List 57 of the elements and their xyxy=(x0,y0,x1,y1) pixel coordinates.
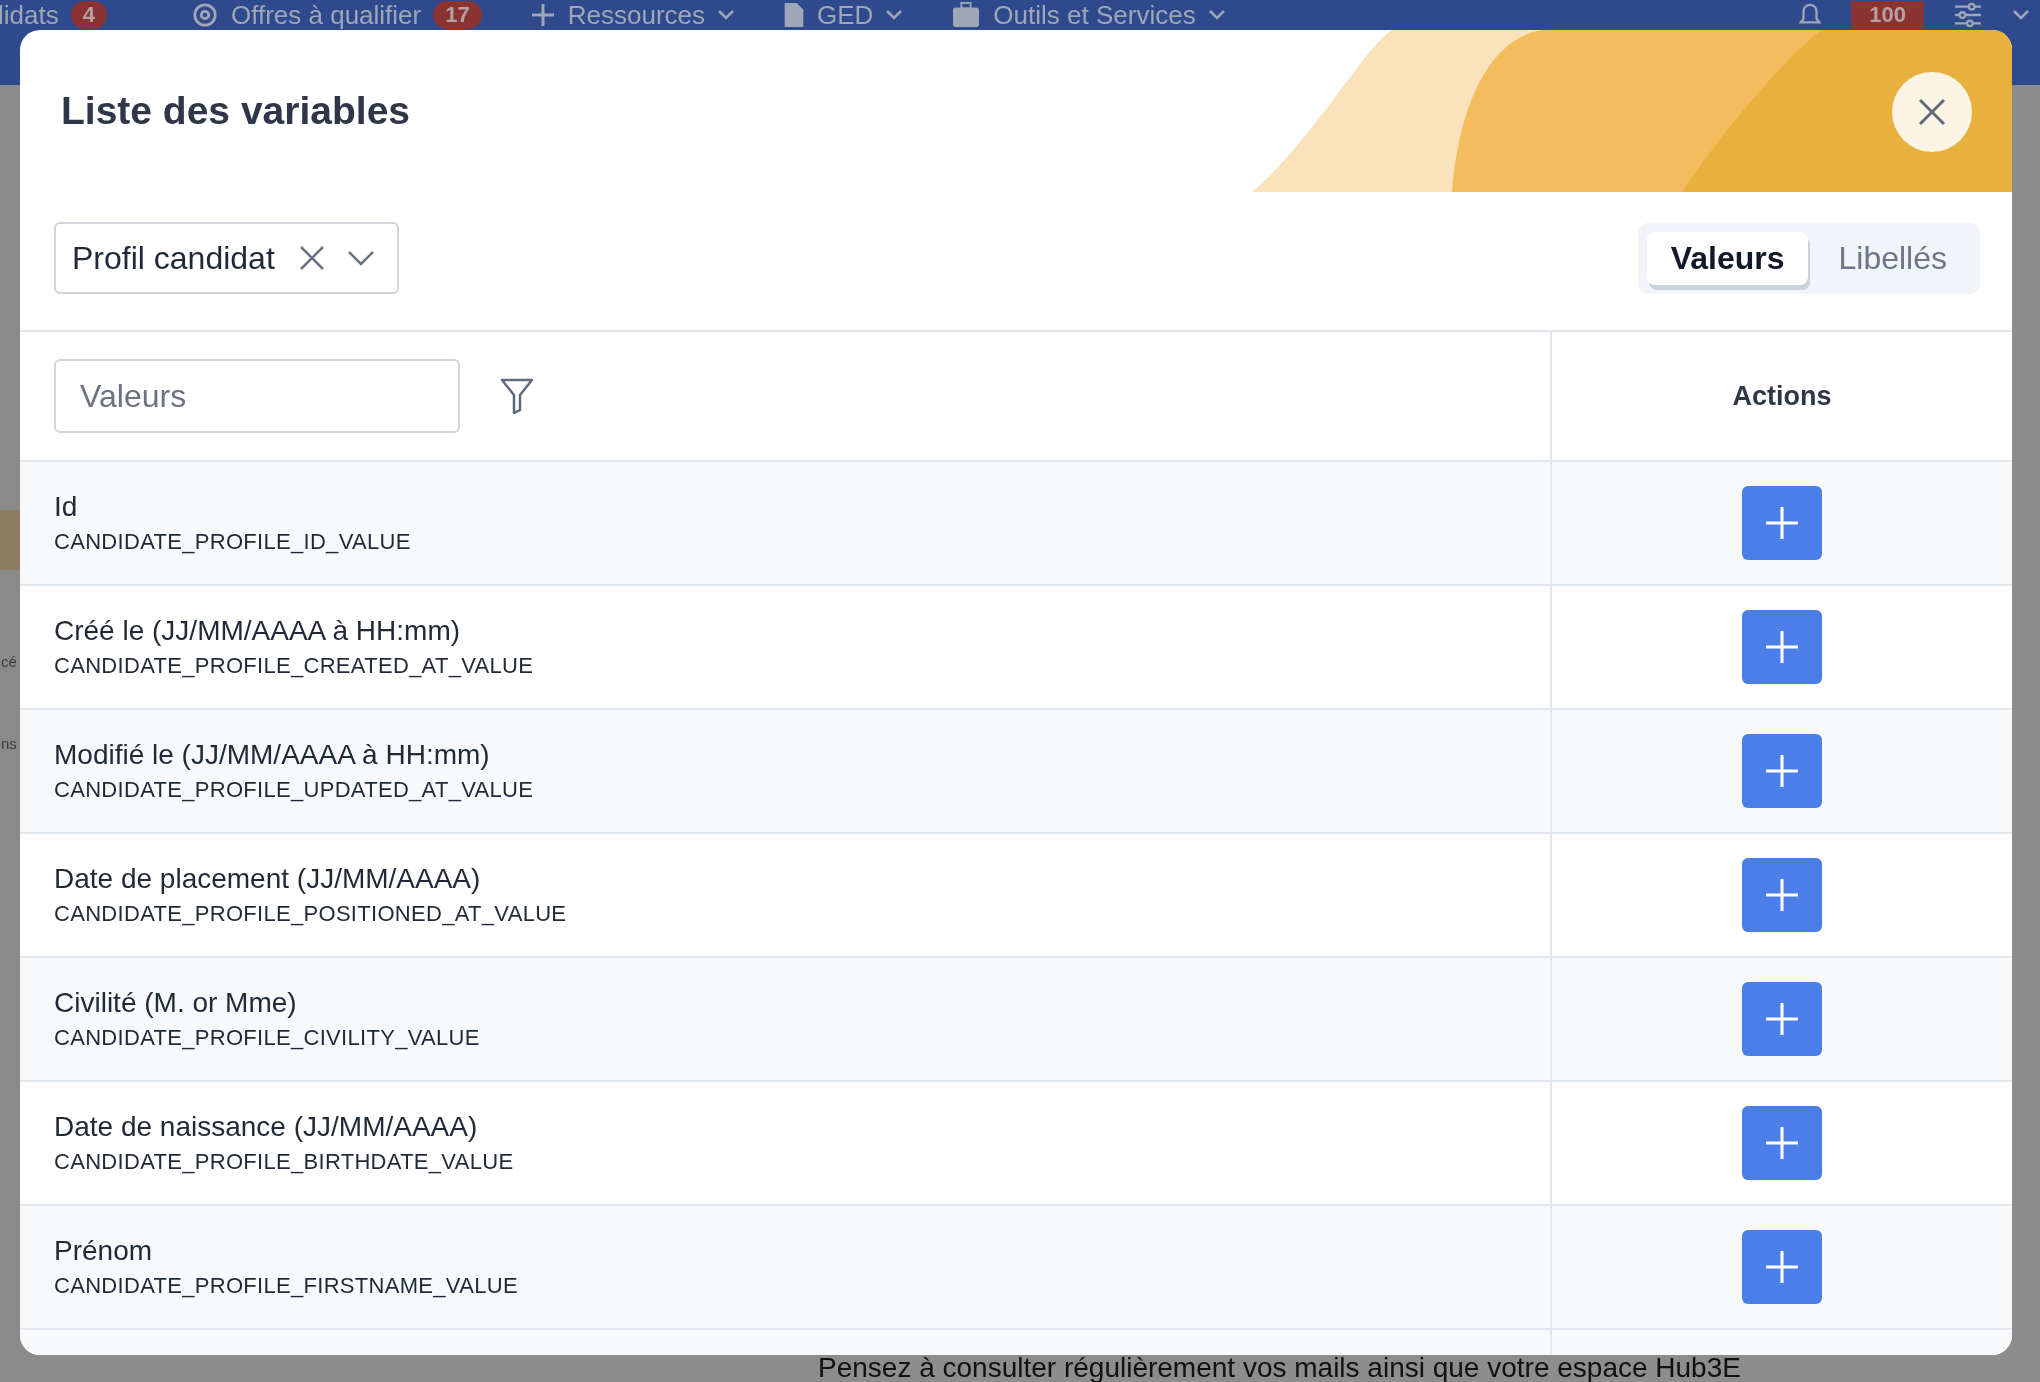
plus-icon xyxy=(1764,877,1800,913)
sliders-icon[interactable] xyxy=(1952,2,1984,28)
document-icon xyxy=(783,2,805,28)
plus-icon xyxy=(1764,629,1800,665)
nav-link[interactable]: lidats xyxy=(0,0,59,31)
add-button[interactable] xyxy=(1742,982,1822,1056)
plus-icon xyxy=(1764,1249,1800,1285)
variable-name: Date de placement (JJ/MM/AAAA) xyxy=(54,863,481,895)
search-field[interactable]: Valeurs xyxy=(54,359,460,433)
variable-code: CANDIDATE_PROFILE_POSITIONED_AT_VALUE xyxy=(54,901,567,927)
modal-title: Liste des variables xyxy=(61,89,411,133)
close-icon xyxy=(1917,97,1947,127)
count-badge: 17 xyxy=(433,1,482,29)
add-button[interactable] xyxy=(1742,858,1822,932)
briefcase-icon xyxy=(951,2,982,28)
variable-code: CANDIDATE_PROFILE_CIVILITY_VALUE xyxy=(54,1025,480,1051)
variable-code: CANDIDATE_PROFILE_ID_VALUE xyxy=(54,529,411,555)
variable-code: CANDIDATE_PROFILE_CREATED_AT_VALUE xyxy=(54,653,534,679)
toggle-option[interactable]: Libellés xyxy=(1814,231,1971,285)
add-button[interactable] xyxy=(1742,734,1822,808)
variable-code: CANDIDATE_PROFILE_BIRTHDATE_VALUE xyxy=(54,1149,514,1175)
column-header: Actions xyxy=(1732,380,1832,412)
clear-icon[interactable] xyxy=(298,245,325,271)
variable-name: Date de naissance (JJ/MM/AAAA) xyxy=(54,1111,478,1143)
variable-code: CANDIDATE_PROFILE_UPDATED_AT_VALUE xyxy=(54,777,534,803)
target-icon xyxy=(190,2,219,28)
chevron-icon[interactable] xyxy=(346,250,375,266)
nav-link[interactable]: Ressources xyxy=(567,0,705,31)
count-badge: 100 xyxy=(1851,1,1924,29)
chevron-icon xyxy=(717,9,735,21)
variable-name: Modifié le (JJ/MM/AAAA à HH:mm) xyxy=(54,739,490,771)
plus-icon xyxy=(1764,505,1800,541)
variable-name: Civilité (M. or Mme) xyxy=(54,987,297,1019)
chevron-icon xyxy=(885,9,904,21)
variable-name: Prénom xyxy=(54,1235,153,1267)
category-select[interactable]: Profil candidat xyxy=(54,222,399,294)
add-button[interactable] xyxy=(1742,1230,1822,1304)
notice-text: Pensez à consulter régulièrement vos mails ainsi que votre espace Hub3E xyxy=(818,1354,1741,1382)
chevron-icon xyxy=(1207,9,1226,21)
plus-icon xyxy=(1764,1125,1800,1161)
nav-link[interactable]: Outils et Services xyxy=(993,0,1196,31)
chevron-icon xyxy=(2012,9,2030,21)
variable-name: Id xyxy=(54,491,78,523)
variable-name: Créé le (JJ/MM/AAAA à HH:mm) xyxy=(54,615,461,647)
add-button[interactable] xyxy=(1742,1106,1822,1180)
variable-code: CANDIDATE_PROFILE_FIRSTNAME_VALUE xyxy=(54,1273,518,1299)
nav-link[interactable]: GED xyxy=(817,0,874,31)
filter-icon[interactable] xyxy=(500,378,534,414)
sidebar-item[interactable]: cé xyxy=(1,653,17,670)
add-button[interactable] xyxy=(1742,486,1822,560)
plus-icon xyxy=(529,2,556,28)
sidebar-item[interactable]: ns xyxy=(1,735,17,752)
count-badge: 4 xyxy=(70,1,107,29)
add-button[interactable] xyxy=(1742,610,1822,684)
plus-icon xyxy=(1764,1001,1800,1037)
plus-icon xyxy=(1764,753,1800,789)
nav-link[interactable]: Offres à qualifier xyxy=(230,0,422,31)
